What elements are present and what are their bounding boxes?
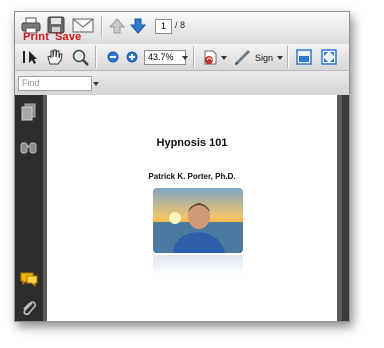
- print-label: Print: [23, 31, 50, 43]
- zoom-in-icon[interactable]: [126, 51, 138, 63]
- document-title: Hypnosis 101: [156, 137, 228, 149]
- zoom-level-input[interactable]: 43.7%: [144, 50, 186, 65]
- fit-page-icon[interactable]: [295, 48, 313, 66]
- page-count: / 8: [175, 20, 186, 30]
- main-toolbar: Print Save 1 / 8: [15, 12, 349, 45]
- find-input[interactable]: Find: [18, 76, 92, 91]
- pdf-viewer-window: Print Save 1 / 8 43.7% Sign Find Hypnosi…: [14, 11, 350, 322]
- toolbar-separator: [193, 46, 195, 68]
- find-dropdown-arrow[interactable]: [93, 82, 99, 86]
- find-toolbar: Find: [15, 71, 349, 96]
- navigation-panel: [15, 95, 43, 321]
- paperclip-icon[interactable]: [20, 299, 38, 317]
- page-number-input[interactable]: 1: [155, 19, 172, 34]
- create-pdf-icon[interactable]: [201, 48, 219, 66]
- sign-pen-icon[interactable]: [233, 47, 253, 67]
- sign-label[interactable]: Sign: [255, 53, 273, 63]
- full-screen-icon[interactable]: [320, 48, 338, 66]
- save-label: Save: [55, 31, 82, 43]
- marquee-zoom-icon[interactable]: [71, 48, 89, 66]
- toolbar-separator: [101, 16, 103, 38]
- create-dropdown-arrow[interactable]: [221, 56, 227, 60]
- page-thumbnails-icon[interactable]: [21, 103, 37, 121]
- attachments-binoculars-icon[interactable]: [20, 139, 38, 155]
- vertical-scrollbar[interactable]: [342, 95, 349, 321]
- hand-tool-icon[interactable]: [45, 48, 63, 66]
- comments-icon[interactable]: [19, 271, 39, 287]
- toolbar-separator: [95, 46, 97, 68]
- next-page-icon[interactable]: [130, 18, 146, 34]
- zoom-out-icon[interactable]: [107, 51, 119, 63]
- photo-reflection: [153, 255, 243, 275]
- view-toolbar: 43.7% Sign: [15, 44, 349, 71]
- toolbar-separator: [287, 46, 289, 68]
- sign-dropdown-arrow[interactable]: [277, 56, 283, 60]
- previous-page-icon[interactable]: [109, 18, 125, 34]
- document-author: Patrick K. Porter, Ph.D.: [148, 172, 236, 181]
- select-tool-icon[interactable]: [21, 49, 39, 65]
- zoom-dropdown-arrow[interactable]: [182, 56, 188, 60]
- author-photo: [153, 188, 243, 253]
- pdf-page: Hypnosis 101 Patrick K. Porter, Ph.D.: [47, 95, 337, 321]
- document-area: Hypnosis 101 Patrick K. Porter, Ph.D.: [43, 95, 349, 321]
